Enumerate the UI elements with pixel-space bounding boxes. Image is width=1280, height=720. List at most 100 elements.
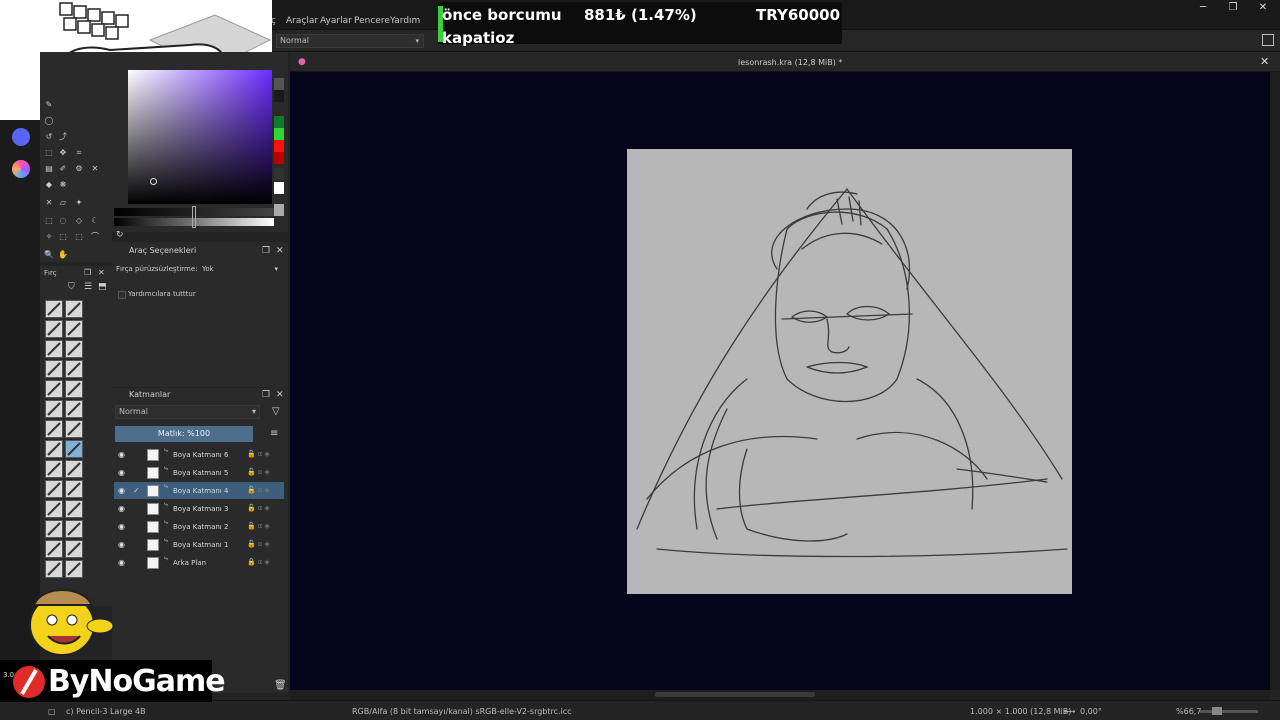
close-panel-icon[interactable]: ✕ [276,388,284,402]
layer-property-icons[interactable]: 🔓α◈ [247,500,272,517]
vertical-scrollbar[interactable] [1270,72,1280,690]
brush-preset-tile[interactable] [65,360,83,378]
artboard[interactable] [627,149,1072,594]
horizontal-scrollbar[interactable] [290,690,1270,700]
menu-item-tools[interactable]: Araçlar [286,16,318,26]
brush-preset-tile[interactable] [65,320,83,338]
similar-select-tool-icon[interactable]: ⬚ [74,232,84,242]
layer-property-icons[interactable]: 🔓α◈ [247,482,272,499]
rotate-icon[interactable]: ⟷ [1064,707,1075,716]
visibility-eye-icon[interactable]: ◉ [118,536,125,553]
brush-preset-tile[interactable] [65,420,83,438]
refresh-icon[interactable]: ↻ [116,230,124,240]
brush-preset-tile[interactable] [65,380,83,398]
float-panel-icon[interactable]: ❐ [84,268,91,277]
swatch[interactable] [274,140,284,152]
swatch[interactable] [274,152,284,164]
bezier-select-tool-icon[interactable]: ⌒ [90,232,100,242]
visibility-eye-icon[interactable]: ◉ [118,446,125,463]
layer-row[interactable]: ◉ ⤷ Boya Katmanı 5 🔓α◈ [114,464,284,481]
layer-opacity-slider[interactable]: Matlık: %100 [115,426,253,442]
swatch[interactable] [274,204,284,216]
brush-preset-tile[interactable] [65,340,83,358]
ramp-slider-handle[interactable] [192,206,196,228]
crop-tool-icon[interactable]: ⌗ [74,148,84,158]
menu-item-help[interactable]: Yardım [390,16,420,26]
brush-preset-tile[interactable] [45,540,63,558]
brush-preset-tile[interactable] [45,500,63,518]
rect-select-tool-icon[interactable]: ⬚ [44,216,54,226]
list-view-icon[interactable]: ☰ [84,282,92,292]
poly-select-tool-icon[interactable]: ◇ [74,216,84,226]
brush-preset-tile[interactable] [65,400,83,418]
bezier-tool-icon[interactable]: ↺ [44,132,54,142]
brush-preset-tile[interactable] [65,540,83,558]
trash-icon[interactable]: 🗑 [274,680,287,691]
fill-tool-icon[interactable]: ◆ [44,180,54,190]
pattern-tool-icon[interactable]: ❋ [58,180,68,190]
discord-icon[interactable] [12,128,30,146]
move-tool-icon[interactable]: ✥ [58,148,68,158]
filter-icon[interactable]: ▽ [272,406,280,417]
brush-preset-tile[interactable] [45,480,63,498]
close-panel-icon[interactable]: ✕ [276,244,284,258]
brush-preset-tile[interactable] [45,420,63,438]
brush-preset-tile[interactable] [45,300,63,318]
eyedropper-tool-icon[interactable]: ✐ [58,164,68,174]
assistant-checkbox[interactable] [118,291,126,299]
layer-property-icons[interactable]: 🔒α◈ [247,554,272,571]
brush-preset-tile[interactable] [65,560,83,578]
ellipse-select-tool-icon[interactable]: ◌ [58,216,68,226]
brush-preset-tile[interactable] [45,320,63,338]
transform-tool-icon[interactable]: ⬚ [44,148,54,158]
blend-mode-select[interactable]: Normal ▾ [276,34,424,48]
layer-row[interactable]: ◉ ⤷ Arka Plan 🔒α◈ [114,554,284,571]
layer-blend-select[interactable]: Normal ▾ [115,405,260,419]
brush-preset-tile[interactable] [45,380,63,398]
brush-preset-tile[interactable] [65,300,83,318]
brush-preset-tile[interactable] [45,440,63,458]
brush-preset-tile[interactable] [45,400,63,418]
visibility-eye-icon[interactable]: ◉ [118,554,125,571]
layer-property-icons[interactable]: 🔓α◈ [247,464,272,481]
zoom-slider-handle[interactable] [1212,707,1222,715]
close-document-icon[interactable]: ✕ [1260,55,1269,68]
pan-tool-icon[interactable]: ✋ [58,250,68,260]
layer-row[interactable]: ◉ ⤷ Boya Katmanı 6 🔓α◈ [114,446,284,463]
brush-preset-tile[interactable] [65,520,83,538]
layer-property-icons[interactable]: 🔓α◈ [247,446,272,463]
swatch[interactable] [274,168,284,180]
reference-tool-icon[interactable]: ✕ [44,198,54,208]
save-preset-icon[interactable]: ⬒ [98,282,107,292]
layer-menu-icon[interactable]: ≡ [270,428,278,439]
swatch[interactable] [274,182,284,194]
swatch[interactable] [274,90,284,102]
swatch[interactable] [274,128,284,140]
scrollbar-thumb[interactable] [655,692,815,697]
zoom-slider[interactable] [1200,710,1258,713]
float-panel-icon[interactable]: ❐ [262,244,270,258]
menu-item-window[interactable]: Pencere [354,16,390,26]
brush-preset-tile[interactable] [65,440,83,458]
menu-item-settings[interactable]: Ayarlar [320,16,352,26]
layer-property-icons[interactable]: 🔓α◈ [247,536,272,553]
layer-property-icons[interactable]: 🔓α◈ [247,518,272,535]
visibility-eye-icon[interactable]: ◉ [118,482,125,499]
measure-tool-icon[interactable]: ✕ [90,164,100,174]
brush-preset-tile[interactable] [45,340,63,358]
float-panel-icon[interactable]: ❐ [262,388,270,402]
perspective-tool-icon[interactable]: ▱ [58,198,68,208]
minimize-button[interactable]: ─ [1192,2,1214,16]
layer-row[interactable]: ◉ ⤷ Boya Katmanı 3 🔓α◈ [114,500,284,517]
visibility-eye-icon[interactable]: ◉ [118,464,125,481]
maximize-button[interactable]: ❐ [1222,2,1244,16]
color-picker-cursor[interactable] [150,178,157,185]
swatch[interactable] [274,116,284,128]
dock-toggle-icon[interactable] [1262,34,1274,46]
close-panel-icon[interactable]: ✕ [98,268,105,277]
brush-preset-tile[interactable] [65,460,83,478]
magic-wand-tool-icon[interactable]: ✧ [44,232,54,242]
brush-preset-tile[interactable] [65,480,83,498]
swatch[interactable] [274,78,284,90]
brush-preset-tile[interactable] [45,360,63,378]
